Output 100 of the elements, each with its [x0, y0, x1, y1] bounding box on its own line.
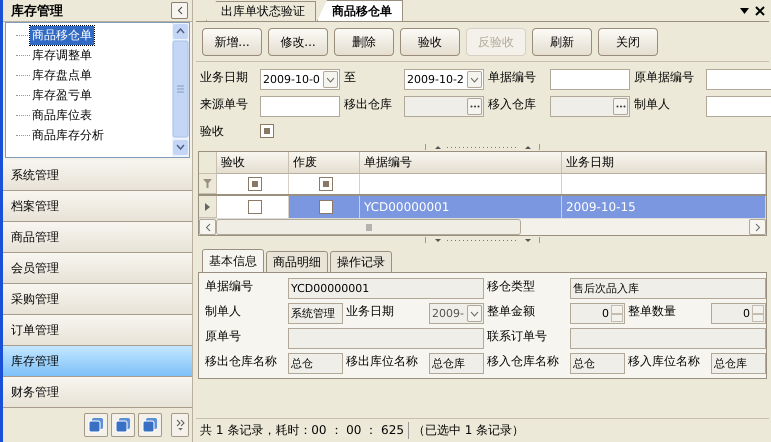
- nav-item[interactable]: 财务管理: [3, 377, 192, 408]
- chevron-left-icon: [176, 6, 182, 15]
- document-tab[interactable]: 商品移仓单: [317, 0, 403, 21]
- number-field[interactable]: 0: [570, 303, 625, 324]
- tree-item[interactable]: 商品库位表: [30, 106, 94, 124]
- input-field[interactable]: [260, 96, 340, 117]
- input-field[interactable]: [570, 328, 766, 349]
- nav-item[interactable]: 会员管理: [3, 253, 192, 284]
- windows-icon[interactable]: [111, 413, 135, 437]
- date-field[interactable]: 2009-10-2: [404, 69, 484, 90]
- row-pointer-icon: [205, 202, 210, 210]
- tree-item[interactable]: 商品移仓单: [30, 26, 94, 44]
- checkbox[interactable]: [319, 177, 333, 191]
- close-icon[interactable]: [755, 6, 765, 16]
- field-label: 整单数量: [628, 303, 677, 319]
- detail-tab[interactable]: 商品明细: [266, 251, 328, 272]
- input-field[interactable]: 总仓: [570, 353, 625, 374]
- input-field[interactable]: YCD00000001: [288, 278, 484, 299]
- field-label: 联系订单号: [487, 328, 548, 344]
- scrollbar-drawing[interactable]: [172, 23, 189, 157]
- checkbox[interactable]: [248, 177, 262, 191]
- table-cell: YCD00000001: [360, 196, 562, 218]
- field-label: 业务日期: [346, 303, 395, 319]
- windows-icon[interactable]: [138, 413, 162, 437]
- caret-icon: [470, 76, 479, 82]
- arrow-right-icon: [754, 222, 760, 232]
- column-header[interactable]: 业务日期: [562, 152, 766, 174]
- toolbar-button[interactable]: 新增...: [202, 28, 262, 56]
- field-label: 至: [344, 69, 357, 85]
- column-header[interactable]: 作废: [289, 152, 360, 174]
- input-field[interactable]: 售后次品入库: [570, 278, 766, 299]
- detail-tab[interactable]: 基本信息: [202, 249, 264, 272]
- input-field[interactable]: 总仓库: [711, 353, 766, 374]
- column-header[interactable]: 单据编号: [360, 152, 562, 174]
- nav-item[interactable]: 订单管理: [3, 315, 192, 346]
- dots-icon: [616, 105, 626, 108]
- lookup-field[interactable]: [550, 96, 630, 117]
- dots-icon: [470, 105, 480, 108]
- collapse-button[interactable]: [171, 2, 188, 19]
- nav-item[interactable]: 库存管理: [3, 346, 192, 377]
- nav-item[interactable]: 采购管理: [3, 284, 192, 315]
- checkbox[interactable]: [260, 124, 274, 138]
- input-field[interactable]: 系统管理: [288, 303, 343, 324]
- windows-icon[interactable]: [84, 413, 108, 437]
- toolbar-button[interactable]: 验收: [400, 28, 460, 56]
- splitter-grip[interactable]: [425, 144, 540, 150]
- panel-title: 库存管理: [11, 2, 63, 20]
- input-field[interactable]: 总仓库: [429, 353, 484, 374]
- nav-item[interactable]: 商品管理: [3, 222, 192, 253]
- tree-item[interactable]: 库存盈亏单: [30, 86, 94, 104]
- caret-icon: [326, 76, 335, 82]
- grip-icon: [366, 224, 372, 230]
- nav-item[interactable]: 档案管理: [3, 191, 192, 222]
- toolbar-button[interactable]: 删除: [334, 28, 394, 56]
- field-label: 制单人: [205, 303, 242, 319]
- tree-item[interactable]: 库存调整单: [30, 46, 94, 64]
- field-label: 移入仓库名称: [487, 353, 560, 369]
- field-label: 原单据编号: [634, 69, 695, 85]
- toolbar-button[interactable]: 关闭: [598, 28, 658, 56]
- field-label: 来源单号: [200, 96, 249, 112]
- field-label: 移出仓库名称: [205, 353, 278, 369]
- input-field[interactable]: 总仓: [288, 353, 343, 374]
- field-label: 移仓类型: [487, 278, 536, 294]
- checkbox[interactable]: [319, 200, 333, 214]
- input-field[interactable]: [706, 96, 771, 117]
- field-label: 单据编号: [205, 278, 254, 294]
- field-label: 业务日期: [200, 69, 249, 85]
- chevrons-icon[interactable]: [171, 413, 189, 437]
- filter-icon[interactable]: [203, 179, 212, 188]
- field-label: 验收: [200, 123, 225, 139]
- status-text: 共 1 条记录，耗时：00 ： 00 ： 625: [199, 422, 405, 439]
- input-field[interactable]: [550, 69, 630, 90]
- field-label: 原单号: [205, 328, 242, 344]
- splitter-grip[interactable]: [425, 237, 540, 243]
- caret-icon: [470, 310, 479, 316]
- detail-tab[interactable]: 操作记录: [330, 251, 392, 272]
- tree-item[interactable]: 库存盘点单: [30, 66, 94, 84]
- input-field[interactable]: [706, 69, 771, 90]
- tree-item[interactable]: 商品库存分析: [30, 126, 106, 144]
- document-tab[interactable]: 出库单状态验证: [206, 1, 316, 21]
- field-label: 单据编号: [488, 69, 537, 85]
- field-label: 制单人: [634, 96, 671, 112]
- field-label: 移出仓库: [344, 96, 393, 112]
- date-field[interactable]: 2009-10-0: [260, 69, 340, 90]
- table-cell: 2009-10-15: [562, 196, 766, 218]
- nav-item[interactable]: 系统管理: [3, 160, 192, 191]
- toolbar-button[interactable]: 刷新: [532, 28, 592, 56]
- input-field[interactable]: [288, 328, 484, 349]
- field-label: 移入库位名称: [628, 353, 701, 369]
- number-field[interactable]: 0: [711, 303, 766, 324]
- date-field[interactable]: 2009-: [429, 303, 484, 324]
- horizontal-scrollbar[interactable]: [199, 218, 766, 235]
- status-text: （已选中 1 条记录）: [408, 422, 528, 439]
- arrow-left-icon: [204, 222, 210, 232]
- checkbox[interactable]: [248, 200, 262, 214]
- toolbar-button[interactable]: 修改...: [268, 28, 328, 56]
- field-label: 整单金额: [487, 303, 536, 319]
- column-header[interactable]: 验收: [217, 152, 289, 174]
- dropdown-icon[interactable]: [740, 8, 749, 14]
- lookup-field[interactable]: [404, 96, 484, 117]
